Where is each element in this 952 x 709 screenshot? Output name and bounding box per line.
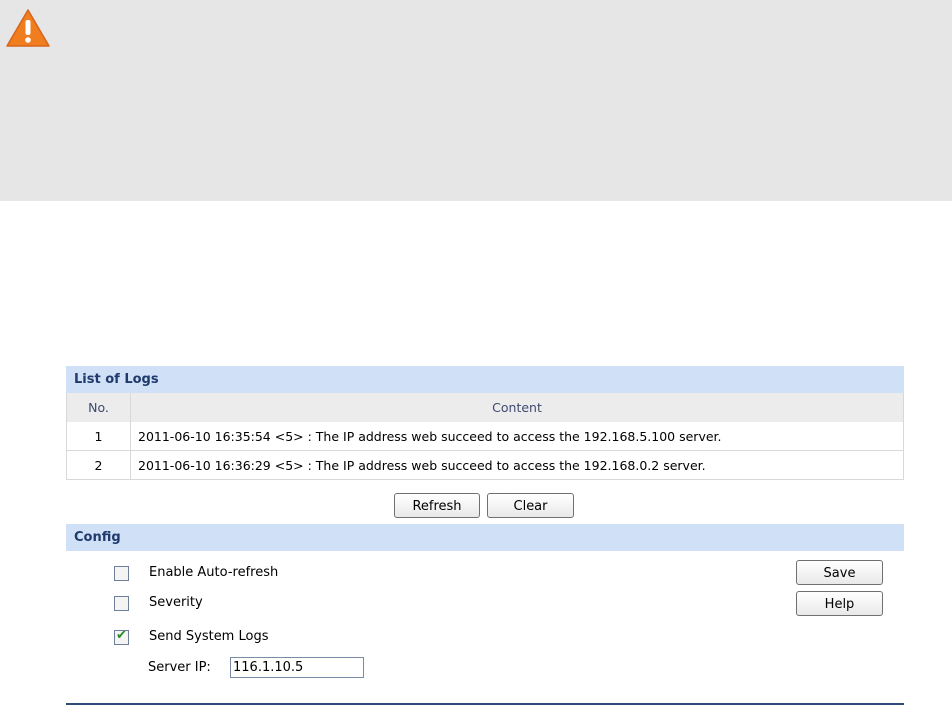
column-header-no: No.	[66, 393, 131, 422]
logs-table-header-row: No. Content	[66, 393, 904, 422]
logs-table: No. Content 1 2011-06-10 16:35:54 <5> : …	[66, 393, 904, 480]
warning-triangle-icon	[6, 9, 50, 47]
log-content: 2011-06-10 16:36:29 <5> : The IP address…	[130, 450, 904, 480]
column-header-content: Content	[130, 393, 904, 422]
warning-panel	[0, 0, 952, 201]
log-content: 2011-06-10 16:35:54 <5> : The IP address…	[130, 422, 904, 451]
send-system-logs-checkbox[interactable]: ✔	[114, 628, 129, 645]
logs-section-header: List of Logs	[66, 366, 904, 393]
table-row: 2 2011-06-10 16:36:29 <5> : The IP addre…	[66, 450, 904, 480]
checkmark-icon: ✔	[116, 628, 127, 643]
log-number: 1	[66, 422, 131, 451]
auto-refresh-label: Enable Auto-refresh	[149, 565, 279, 580]
severity-checkbox[interactable]	[114, 596, 129, 611]
send-system-logs-label: Send System Logs	[149, 629, 269, 644]
save-button[interactable]: Save	[796, 560, 883, 585]
log-number: 2	[66, 450, 131, 480]
bottom-divider	[66, 703, 904, 705]
server-ip-label: Server IP:	[148, 660, 211, 675]
severity-label: Severity	[149, 595, 203, 610]
table-row: 1 2011-06-10 16:35:54 <5> : The IP addre…	[66, 422, 904, 451]
clear-button[interactable]: Clear	[487, 493, 574, 518]
refresh-button[interactable]: Refresh	[394, 493, 480, 518]
help-button[interactable]: Help	[796, 591, 883, 616]
auto-refresh-checkbox[interactable]	[114, 566, 129, 581]
server-ip-input[interactable]	[230, 657, 364, 678]
config-section-header: Config	[66, 524, 904, 551]
